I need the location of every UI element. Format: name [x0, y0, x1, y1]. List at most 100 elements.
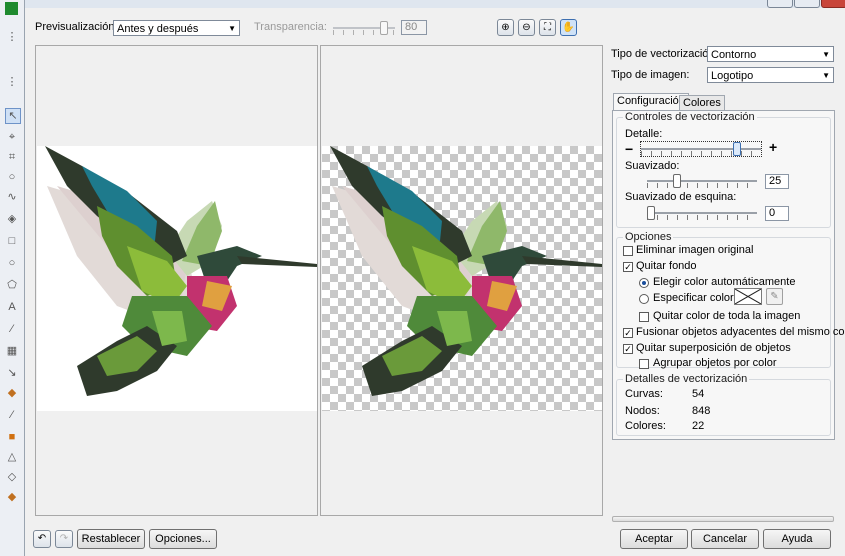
- corner-smoothing-slider[interactable]: [647, 206, 757, 220]
- parallel-dimension-tool-icon[interactable]: ⁄: [5, 322, 19, 336]
- tab-configuracion[interactable]: Configuración: [613, 93, 689, 111]
- slider-track: [641, 148, 761, 150]
- trace-controls-group: Controles de vectorización Detalle: − + …: [616, 111, 831, 228]
- colors-label: Colores:: [625, 420, 666, 432]
- eyedropper-icon[interactable]: ✎: [766, 288, 783, 305]
- image-type-label: Tipo de imagen:: [611, 69, 690, 81]
- tool-grip-icon: ⋮: [6, 76, 18, 88]
- colors-value: 22: [692, 420, 705, 432]
- delete-original-label: Eliminar imagen original: [636, 244, 754, 256]
- merge-adjacent-label: Fusionar objetos adyacentes del mismo co…: [636, 326, 845, 338]
- group-by-color-checkbox[interactable]: [639, 359, 649, 369]
- corner-smoothing-value[interactable]: 0: [765, 206, 789, 221]
- pan-hand-icon[interactable]: ✋: [560, 19, 577, 36]
- fit-icon[interactable]: ⛶: [539, 19, 556, 36]
- color-swatch-button[interactable]: [734, 288, 762, 305]
- zoom-out-icon[interactable]: ⊖: [518, 19, 535, 36]
- before-preview-pane[interactable]: [35, 45, 318, 516]
- reset-button[interactable]: Restablecer: [77, 529, 145, 549]
- auto-color-label: Elegir color automáticamente: [653, 276, 796, 288]
- image-type-value: Logotipo: [711, 70, 754, 82]
- specify-color-radio[interactable]: [639, 294, 649, 304]
- app-logo-icon: [5, 2, 18, 15]
- chevron-down-icon: ▼: [228, 24, 236, 33]
- nodes-label: Nodos:: [625, 405, 660, 417]
- trace-details-title: Detalles de vectorización: [623, 373, 750, 385]
- slider-ticks: [641, 151, 761, 156]
- merge-adjacent-checkbox[interactable]: ✓: [623, 328, 633, 338]
- maximize-button[interactable]: [794, 0, 820, 8]
- slider-thumb[interactable]: [380, 21, 388, 35]
- text-tool-icon[interactable]: A: [5, 300, 19, 314]
- group-by-color-label: Agrupar objetos por color: [653, 357, 777, 369]
- progress-bar: [612, 516, 834, 522]
- table-tool-icon[interactable]: ▦: [5, 344, 19, 358]
- powertrace-dialog: Previsualización: Antes y después ▼ Tran…: [24, 0, 845, 556]
- minus-icon[interactable]: −: [625, 142, 633, 156]
- slider-thumb[interactable]: [673, 174, 681, 188]
- toolbox-strip: ⋮ ⋮ ↖ ⌖ ⌗ ○ ∿ ◈ □ ○ ⬠ A ⁄ ▦ ↘ ◆ ⁄ ■ △ ◇ …: [0, 0, 25, 556]
- transparency-label: Transparencia:: [254, 21, 327, 33]
- auto-color-radio[interactable]: [639, 278, 649, 288]
- shape-tool-icon[interactable]: ⌖: [5, 130, 19, 144]
- tab-colores[interactable]: Colores: [679, 95, 725, 111]
- polygon-tool-icon[interactable]: ⬠: [5, 278, 19, 292]
- nodes-value: 848: [692, 405, 711, 417]
- remove-background-checkbox[interactable]: ✓: [623, 262, 633, 272]
- preview-mode-value: Antes y después: [117, 23, 199, 35]
- options-button[interactable]: Opciones...: [149, 529, 217, 549]
- zoom-in-icon[interactable]: ⊕: [497, 19, 514, 36]
- preview-mode-select[interactable]: Antes y después ▼: [113, 20, 240, 36]
- cancel-button[interactable]: Cancelar: [691, 529, 759, 549]
- transparency-slider[interactable]: [333, 21, 395, 35]
- corner-smoothing-label: Suavizado de esquina:: [625, 191, 737, 203]
- ellipse-tool-icon[interactable]: ○: [5, 256, 19, 270]
- delete-original-checkbox[interactable]: [623, 246, 633, 256]
- trace-details-group: Detalles de vectorización Curvas: 54 Nod…: [616, 373, 831, 436]
- remove-color-all-label: Quitar color de toda la imagen: [653, 310, 801, 322]
- pick-tool-icon[interactable]: ↖: [5, 108, 21, 124]
- remove-overlap-label: Quitar superposición de objetos: [636, 342, 791, 354]
- detail-slider[interactable]: [640, 141, 762, 157]
- specify-color-label: Especificar color:: [653, 292, 737, 304]
- freehand-tool-icon[interactable]: ∿: [5, 190, 19, 204]
- options-title: Opciones: [623, 231, 674, 243]
- undo-icon[interactable]: ↶: [33, 530, 51, 548]
- smoothing-value[interactable]: 25: [765, 174, 789, 189]
- after-preview-pane[interactable]: [320, 45, 603, 516]
- redo-icon[interactable]: ↷: [55, 530, 73, 548]
- smart-fill-tool-icon[interactable]: ◈: [5, 212, 19, 226]
- outline-tool-icon[interactable]: △: [5, 450, 19, 464]
- zoom-tool-icon[interactable]: ○: [5, 170, 19, 184]
- plus-icon[interactable]: +: [769, 140, 777, 154]
- curves-value: 54: [692, 388, 705, 400]
- image-type-select[interactable]: Logotipo ▼: [707, 67, 834, 83]
- settings-tab-panel: Controles de vectorización Detalle: − + …: [612, 110, 845, 440]
- title-bar: [25, 0, 845, 8]
- help-button[interactable]: Ayuda: [763, 529, 831, 549]
- slider-thumb[interactable]: [647, 206, 655, 220]
- remove-color-all-checkbox[interactable]: [639, 312, 649, 322]
- mesh-fill-tool-icon[interactable]: ◆: [5, 490, 19, 504]
- fill-tool-icon[interactable]: ■: [5, 430, 19, 444]
- interactive-fill-tool-icon[interactable]: ◆: [5, 386, 19, 400]
- remove-overlap-checkbox[interactable]: ✓: [623, 344, 633, 354]
- hummingbird-original-image: [45, 146, 317, 396]
- chevron-down-icon: ▼: [822, 71, 830, 80]
- slider-track: [647, 212, 757, 214]
- crop-tool-icon[interactable]: ⌗: [5, 150, 19, 164]
- minimize-button[interactable]: [767, 0, 793, 8]
- connector-tool-icon[interactable]: ↘: [5, 366, 19, 380]
- slider-thumb[interactable]: [733, 142, 741, 156]
- accept-button[interactable]: Aceptar: [620, 529, 688, 549]
- remove-background-label: Quitar fondo: [636, 260, 697, 272]
- eyedropper-tool-icon[interactable]: ⁄: [5, 408, 19, 422]
- rectangle-tool-icon[interactable]: □: [5, 234, 19, 248]
- slider-track: [647, 180, 757, 182]
- smart-drawing-tool-icon[interactable]: ◇: [5, 470, 19, 484]
- close-button[interactable]: [821, 0, 845, 8]
- smoothing-slider[interactable]: [647, 174, 757, 188]
- traced-image-area: [322, 146, 602, 411]
- trace-type-select[interactable]: Contorno ▼: [707, 46, 834, 62]
- transparency-value[interactable]: 80: [401, 20, 427, 35]
